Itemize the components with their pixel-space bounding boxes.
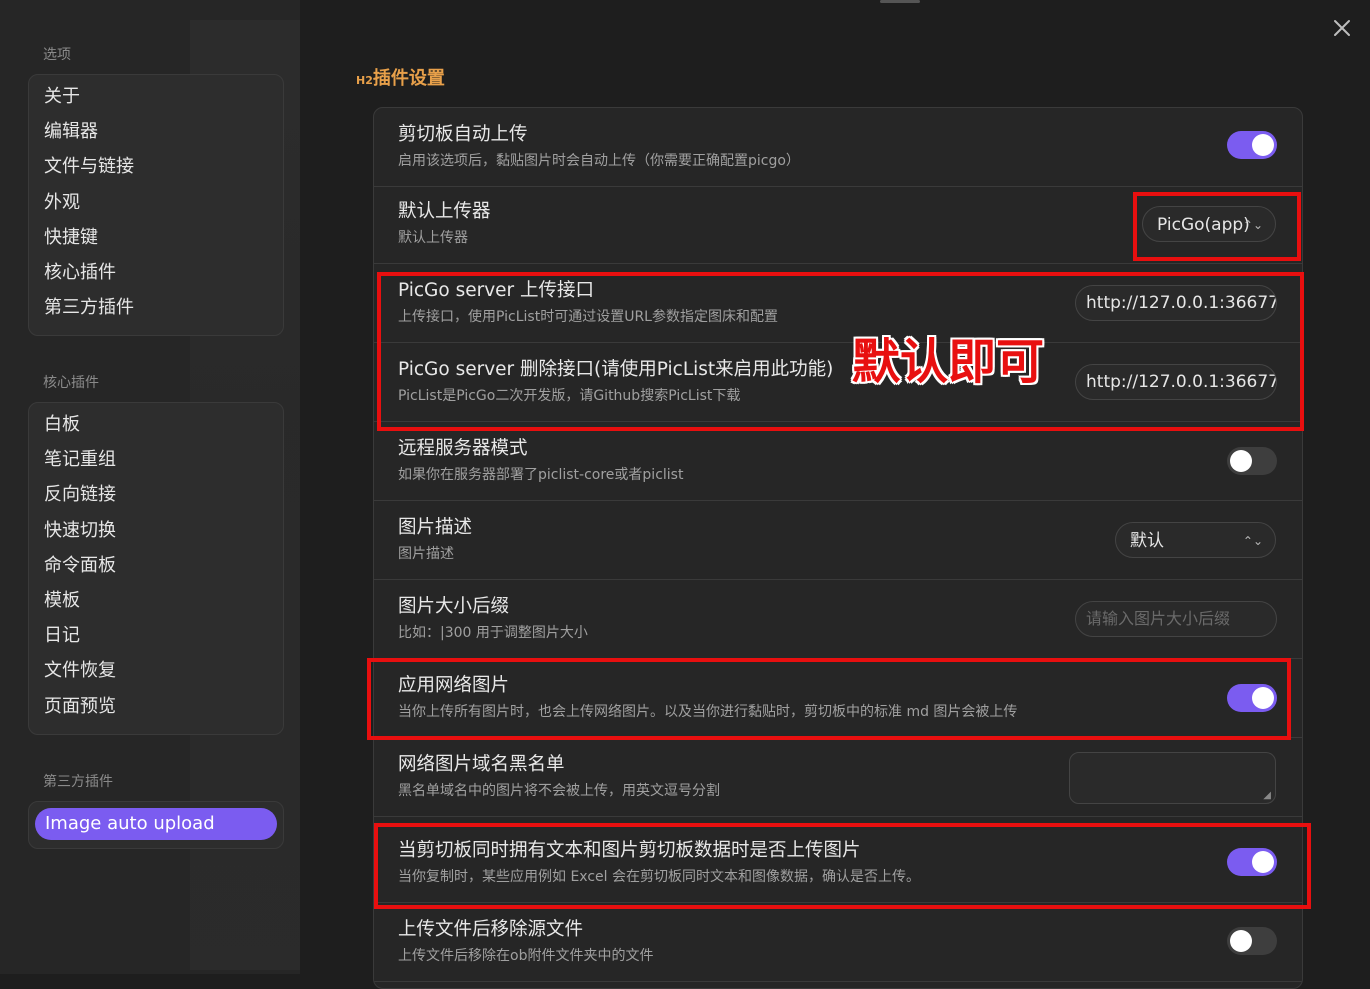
setting-desc: 图片描述 <box>398 546 454 562</box>
sidebar-item-quick-switcher[interactable]: 快速切换 <box>29 513 283 548</box>
toggle-knob <box>1252 687 1274 709</box>
toggle-knob <box>1252 851 1274 873</box>
sidebar-group-core: 白板 笔记重组 反向链接 快速切换 命令面板 模板 日记 文件恢复 页面预览 <box>28 402 284 735</box>
image-description-select[interactable]: 默认 ⌃⌄ <box>1115 522 1276 558</box>
page-title: 插件设置 <box>372 68 445 89</box>
setting-desc: 启用该选项后，黏贴图片时会自动上传（你需要正确配置picgo） <box>398 153 800 169</box>
sidebar-item-appearance[interactable]: 外观 <box>29 185 283 220</box>
setting-name: 默认上传器 <box>398 201 491 222</box>
resize-grip-icon[interactable]: ◢ <box>1263 790 1271 801</box>
sidebar-item-page-preview[interactable]: 页面预览 <box>29 689 283 724</box>
setting-desc: 比如：|300 用于调整图片大小 <box>398 625 588 641</box>
settings-sidebar: 选项 关于 编辑器 文件与链接 外观 快捷键 核心插件 第三方插件 核心插件 白… <box>0 0 300 974</box>
close-button[interactable] <box>1330 16 1354 40</box>
setting-image-size-suffix: 图片大小后缀 比如：|300 用于调整图片大小 请输入图片大小后缀 <box>374 580 1302 659</box>
setting-desc: 黑名单域名中的图片将不会被上传，用英文逗号分割 <box>398 783 720 799</box>
setting-name: PicGo server 删除接口(请使用PicList来启用此功能) <box>398 359 834 380</box>
setting-remote-server-mode: 远程服务器模式 如果你在服务器部署了piclist-core或者piclist <box>374 422 1302 501</box>
annotation-default-ok: 默认即可 <box>852 334 1045 390</box>
chevron-updown-icon: ⌃⌄ <box>1242 534 1263 548</box>
toggle-knob <box>1252 134 1274 156</box>
remove-source-toggle[interactable] <box>1227 927 1277 955</box>
window-notch <box>880 0 920 3</box>
chevron-updown-icon: ⌃⌄ <box>1242 218 1263 232</box>
setting-name: PicGo server 上传接口 <box>398 280 595 301</box>
setting-name: 剪切板自动上传 <box>398 124 528 145</box>
select-value: PicGo(app) <box>1157 215 1250 235</box>
sidebar-group-title-third-party: 第三方插件 <box>43 774 113 790</box>
setting-desc: 上传接口，使用PicList时可通过设置URL参数指定图床和配置 <box>398 309 778 325</box>
select-value: 默认 <box>1130 531 1164 551</box>
setting-name: 图片大小后缀 <box>398 596 510 617</box>
setting-clipboard-auto-upload: 剪切板自动上传 启用该选项后，黏贴图片时会自动上传（你需要正确配置picgo） <box>374 108 1302 187</box>
sidebar-item-hotkeys[interactable]: 快捷键 <box>29 220 283 255</box>
sidebar-item-file-recovery[interactable]: 文件恢复 <box>29 653 283 688</box>
domain-blacklist-textarea[interactable]: ◢ <box>1069 752 1276 804</box>
upload-endpoint-input[interactable]: http://127.0.0.1:36677/upload <box>1075 285 1277 321</box>
setting-apply-network-images: 应用网络图片 当你上传所有图片时，也会上传网络图片。以及当你进行黏贴时，剪切板中… <box>374 659 1302 738</box>
sidebar-item-files-links[interactable]: 文件与链接 <box>29 149 283 184</box>
setting-remove-source-after-upload: 上传文件后移除源文件 上传文件后移除在ob附件文件夹中的文件 <box>374 903 1302 982</box>
sidebar-group-third-party: Image auto upload <box>28 801 284 849</box>
setting-name: 应用网络图片 <box>398 675 510 696</box>
delete-endpoint-input[interactable]: http://127.0.0.1:36677/delete <box>1075 364 1277 400</box>
setting-upload-when-mixed-clipboard: 当剪切板同时拥有文本和图片剪切板数据时是否上传图片 当你复制时，某些应用例如 E… <box>374 824 1302 903</box>
section-heading: H2插件设置 <box>356 64 445 90</box>
clipboard-auto-upload-toggle[interactable] <box>1227 131 1277 159</box>
setting-desc: 当你复制时，某些应用例如 Excel 会在剪切板同时文本和图像数据，确认是否上传… <box>398 869 920 885</box>
sidebar-item-core-plugins[interactable]: 核心插件 <box>29 255 283 290</box>
sidebar-item-image-auto-upload[interactable]: Image auto upload <box>35 808 277 840</box>
sidebar-item-command-palette[interactable]: 命令面板 <box>29 548 283 583</box>
setting-name: 上传文件后移除源文件 <box>398 919 584 940</box>
sidebar-group-title-core: 核心插件 <box>43 375 99 391</box>
settings-list: 剪切板自动上传 启用该选项后，黏贴图片时会自动上传（你需要正确配置picgo） … <box>373 107 1303 989</box>
setting-default-uploader: 默认上传器 默认上传器 PicGo(app) ⌃⌄ <box>374 185 1302 264</box>
setting-picgo-upload-endpoint: PicGo server 上传接口 上传接口，使用PicList时可通过设置UR… <box>374 264 1302 343</box>
sidebar-item-templates[interactable]: 模板 <box>29 583 283 618</box>
close-icon <box>1334 20 1350 36</box>
setting-name: 当剪切板同时拥有文本和图片剪切板数据时是否上传图片 <box>398 840 861 861</box>
apply-network-images-toggle[interactable] <box>1227 684 1277 712</box>
default-uploader-select[interactable]: PicGo(app) ⌃⌄ <box>1142 206 1276 242</box>
remote-server-mode-toggle[interactable] <box>1227 447 1277 475</box>
setting-desc: 当你上传所有图片时，也会上传网络图片。以及当你进行黏贴时，剪切板中的标准 md … <box>398 704 1018 720</box>
sidebar-item-about[interactable]: 关于 <box>29 79 283 114</box>
sidebar-item-note-composer[interactable]: 笔记重组 <box>29 442 283 477</box>
sidebar-item-editor[interactable]: 编辑器 <box>29 114 283 149</box>
setting-desc: PicList是PicGo二次开发版，请Github搜索PicList下载 <box>398 388 741 404</box>
image-size-suffix-input[interactable]: 请输入图片大小后缀 <box>1075 601 1277 637</box>
setting-name: 远程服务器模式 <box>398 438 528 459</box>
sidebar-item-community-plugins[interactable]: 第三方插件 <box>29 290 283 325</box>
mixed-clipboard-upload-toggle[interactable] <box>1227 848 1277 876</box>
sidebar-group-options: 关于 编辑器 文件与链接 外观 快捷键 核心插件 第三方插件 <box>28 74 284 336</box>
setting-desc: 上传文件后移除在ob附件文件夹中的文件 <box>398 948 654 964</box>
toggle-knob <box>1230 450 1252 472</box>
setting-desc: 默认上传器 <box>398 230 468 246</box>
heading-level-tag: H2 <box>356 74 373 87</box>
setting-name: 图片描述 <box>398 517 473 538</box>
toggle-knob <box>1230 930 1252 952</box>
sidebar-item-canvas[interactable]: 白板 <box>29 407 283 442</box>
sidebar-group-title-options: 选项 <box>43 47 71 63</box>
sidebar-item-daily-notes[interactable]: 日记 <box>29 618 283 653</box>
setting-picgo-delete-endpoint: PicGo server 删除接口(请使用PicList来启用此功能) PicL… <box>374 343 1302 422</box>
setting-desc: 如果你在服务器部署了piclist-core或者piclist <box>398 467 684 483</box>
setting-image-description: 图片描述 图片描述 默认 ⌃⌄ <box>374 501 1302 580</box>
sidebar-item-backlinks[interactable]: 反向链接 <box>29 477 283 512</box>
setting-name: 网络图片域名黑名单 <box>398 754 565 775</box>
